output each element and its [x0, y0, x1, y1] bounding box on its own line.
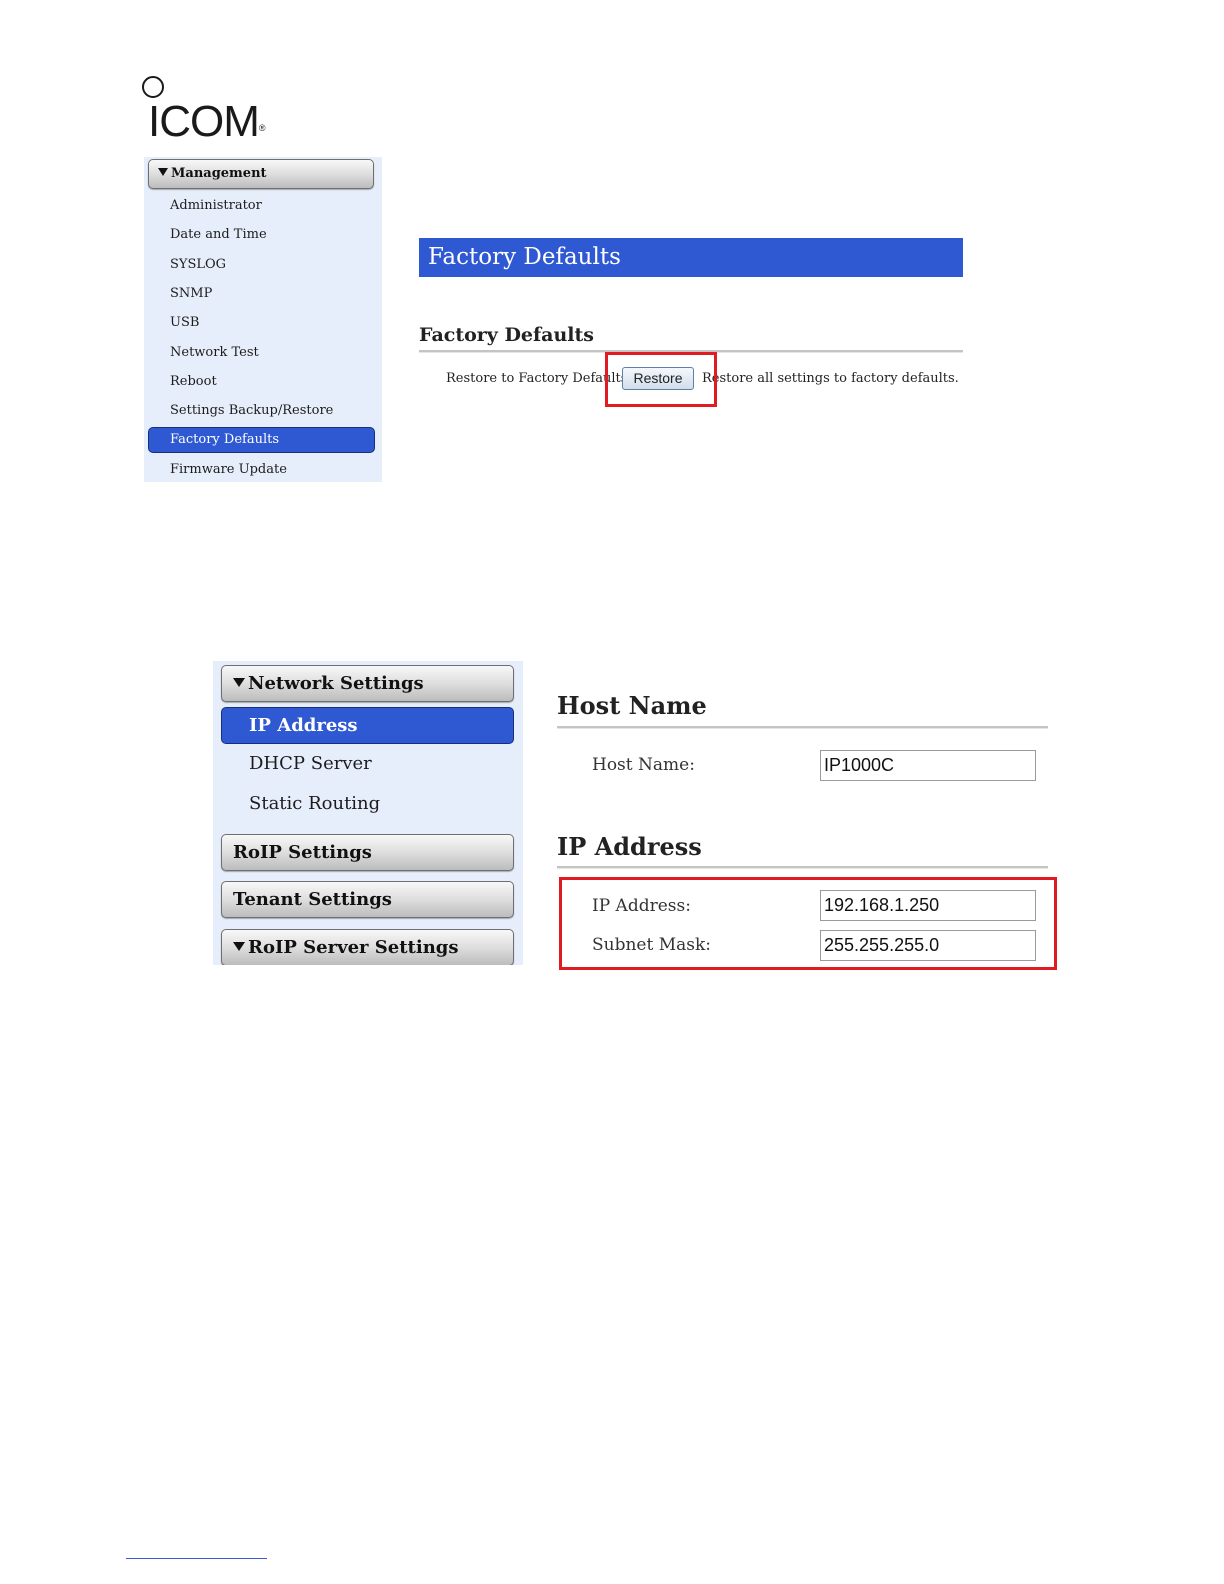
logo-text: ICOM [148, 97, 260, 146]
footnote-separator [126, 1558, 267, 1559]
restore-factory-defaults-label: Restore to Factory Defaults: [446, 371, 632, 386]
ip-address-divider [557, 866, 1048, 869]
sidebar-item-snmp[interactable]: SNMP [170, 284, 212, 304]
network-settings-label: Network Settings [248, 673, 424, 694]
management-section-header[interactable]: Management [148, 159, 374, 189]
roip-server-settings-header[interactable]: RoIP Server Settings [221, 929, 514, 965]
icom-logo: ICOM® [142, 76, 292, 146]
sidebar-item-firmware-update[interactable]: Firmware Update [170, 460, 287, 480]
sidebar-item-factory-defaults[interactable]: Factory Defaults [148, 427, 375, 453]
page-title: Factory Defaults [419, 238, 963, 277]
host-name-section-title: Host Name [557, 691, 707, 720]
host-name-divider [557, 726, 1048, 729]
triangle-down-icon [233, 941, 245, 951]
sidebar-item-usb[interactable]: USB [170, 313, 199, 333]
network-settings-header[interactable]: Network Settings [221, 665, 514, 702]
sidebar-item-syslog[interactable]: SYSLOG [170, 255, 226, 275]
ip-address-section-title: IP Address [557, 832, 702, 861]
management-section-label: Management [171, 166, 267, 181]
host-name-label: Host Name: [592, 755, 695, 775]
tenant-settings-header[interactable]: Tenant Settings [221, 881, 514, 918]
roip-server-settings-label: RoIP Server Settings [248, 937, 459, 958]
factory-defaults-section-title: Factory Defaults [419, 324, 594, 346]
logo-registered-mark: ® [258, 123, 266, 133]
sidebar-item-static-routing[interactable]: Static Routing [249, 791, 380, 817]
sidebar-item-ip-address[interactable]: IP Address [221, 707, 514, 744]
sidebar-item-administrator[interactable]: Administrator [170, 196, 262, 216]
management-sidebar: Management Administrator Date and Time S… [144, 157, 382, 482]
triangle-down-icon [158, 167, 168, 176]
network-sidebar: Network Settings IP Address DHCP Server … [213, 661, 523, 965]
triangle-down-icon [233, 677, 245, 687]
sidebar-item-dhcp-server[interactable]: DHCP Server [249, 751, 372, 777]
sidebar-item-date-and-time[interactable]: Date and Time [170, 225, 267, 245]
ip-fields-highlight-box [559, 877, 1057, 970]
restore-button-highlight-box [605, 352, 717, 407]
roip-settings-header[interactable]: RoIP Settings [221, 834, 514, 871]
sidebar-item-network-test[interactable]: Network Test [170, 343, 259, 363]
logo-ring-icon [142, 76, 164, 98]
restore-description: Restore all settings to factory defaults… [702, 371, 959, 386]
host-name-input[interactable] [820, 750, 1036, 781]
sidebar-item-settings-backup-restore[interactable]: Settings Backup/Restore [170, 401, 333, 421]
sidebar-item-reboot[interactable]: Reboot [170, 372, 217, 392]
